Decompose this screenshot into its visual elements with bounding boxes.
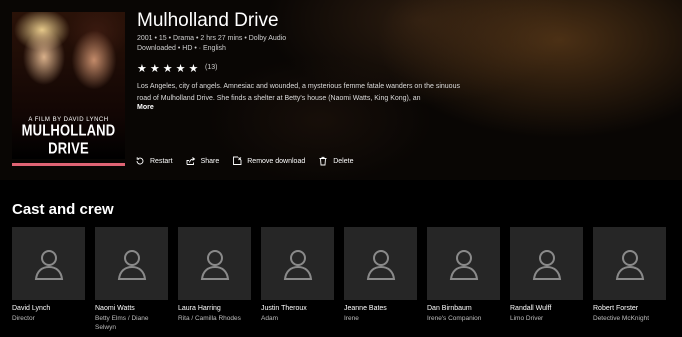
cast-role: Irene's Companion <box>427 315 482 322</box>
cast-name: Jeanne Bates <box>344 305 387 312</box>
cast-member[interactable]: Randall Wulff Limo Driver <box>510 227 583 332</box>
cast-list: David Lynch Director Naomi Watts Betty Elms… <box>12 227 676 332</box>
cast-role: Adam <box>261 315 278 322</box>
movie-download-info: Downloaded • HD • · English <box>137 45 226 52</box>
cast-name: Randall Wulff <box>510 305 552 312</box>
cast-role: Betty Elms / Diane Selwyn <box>95 315 149 331</box>
remove-download-label: Remove download <box>247 157 306 165</box>
cast-member[interactable]: Justin Theroux Adam <box>261 227 334 332</box>
cast-role: Rita / Camilla Rhodes <box>178 315 241 322</box>
cast-photo <box>95 227 168 300</box>
person-placeholder-icon <box>34 249 63 280</box>
cast-role: Detective McKnight <box>593 315 649 322</box>
cast-role: Limo Driver <box>510 315 544 322</box>
person-placeholder-icon <box>283 249 312 280</box>
cast-member[interactable]: Jeanne Bates Irene <box>344 227 417 332</box>
movie-poster: A FILM BY DAVID LYNCH MULHOLLAND DRIVE <box>12 12 125 159</box>
cast-photo <box>12 227 85 300</box>
share-icon <box>186 157 195 165</box>
person-placeholder-icon <box>615 249 644 280</box>
cast-photo <box>427 227 500 300</box>
person-placeholder-icon <box>532 249 561 280</box>
delete-label: Delete <box>333 157 354 165</box>
cast-name: Laura Harring <box>178 305 221 312</box>
cast-member[interactable]: Laura Harring Rita / Camilla Rhodes <box>178 227 251 332</box>
cast-member[interactable]: David Lynch Director <box>12 227 85 332</box>
movie-meta-info: 2001 • 15 • Drama • 2 hrs 27 mins • Dolb… <box>137 35 287 42</box>
person-placeholder-icon <box>117 249 146 280</box>
cast-photo <box>178 227 251 300</box>
delete-button[interactable]: Delete <box>318 156 353 166</box>
cast-photo <box>510 227 583 300</box>
share-button[interactable]: Share <box>186 156 220 166</box>
cast-member[interactable]: Robert Forster Detective McKnight <box>593 227 666 332</box>
watch-progress-bar <box>12 163 125 166</box>
cast-name: Dan Birnbaum <box>427 305 472 312</box>
remove-download-button[interactable]: Remove download <box>232 156 305 166</box>
restart-button[interactable]: Restart <box>135 156 173 166</box>
cast-name: David Lynch <box>12 305 51 312</box>
cast-name: Naomi Watts <box>95 305 135 312</box>
poster-title: MULHOLLAND DRIVE <box>21 121 116 157</box>
cast-member[interactable]: Dan Birnbaum Irene's Companion <box>427 227 500 332</box>
share-label: Share <box>200 157 220 165</box>
restart-icon <box>136 157 144 165</box>
cast-role: Director <box>12 315 35 322</box>
cast-member[interactable]: Naomi Watts Betty Elms / Diane Selwyn <box>95 227 168 332</box>
movie-title: Mulholland Drive <box>137 10 279 31</box>
restart-label: Restart <box>150 157 173 165</box>
person-placeholder-icon <box>200 249 229 280</box>
action-bar: Restart Share Remove download Delete <box>135 156 366 166</box>
cast-name: Justin Theroux <box>261 305 307 312</box>
rating-count: (13) <box>205 64 218 71</box>
person-placeholder-icon <box>366 249 395 280</box>
cast-section-title: Cast and crew <box>12 201 114 218</box>
remove-download-icon <box>233 156 242 165</box>
cast-photo <box>593 227 666 300</box>
person-placeholder-icon <box>449 249 478 280</box>
cast-name: Robert Forster <box>593 305 639 312</box>
delete-icon <box>319 156 327 166</box>
rating-stars[interactable]: ★★★★★ <box>137 62 201 75</box>
cast-photo <box>344 227 417 300</box>
more-link[interactable]: More <box>137 104 154 111</box>
cast-role: Irene <box>344 315 359 322</box>
watch-progress-fill <box>12 163 125 166</box>
cast-photo <box>261 227 334 300</box>
movie-description: Los Angeles, city of angels. Amnesiac an… <box>137 83 460 102</box>
